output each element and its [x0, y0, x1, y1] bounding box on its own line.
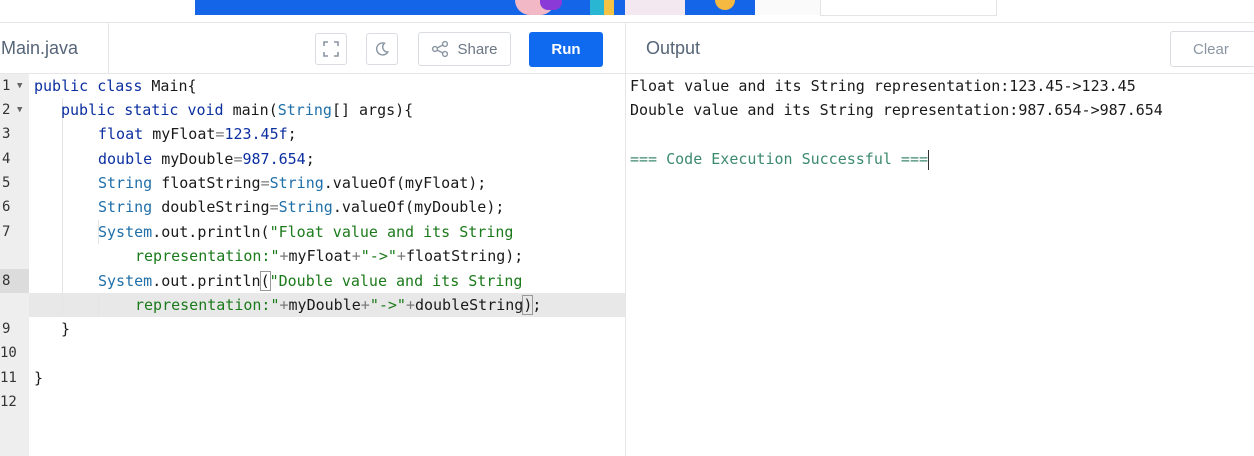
line-number: 5 [2, 175, 11, 191]
code-line: float myFloat=123.45f; [98, 125, 297, 143]
panel-divider[interactable] [625, 22, 626, 456]
code-line: representation:"+myFloat+"->"+floatStrin… [135, 247, 524, 265]
output-line: Double value and its String representati… [630, 101, 1163, 119]
run-button[interactable]: Run [529, 32, 603, 67]
indent-guide [62, 98, 63, 314]
output-line: Float value and its String representatio… [630, 77, 1136, 95]
ad-banner[interactable] [195, 0, 820, 15]
code-line: System.out.println("Float value and its … [98, 223, 514, 241]
line-number: 9 [2, 321, 11, 337]
share-button[interactable]: Share [418, 32, 511, 66]
line-number: 4 [2, 151, 11, 167]
fullscreen-button[interactable] [315, 33, 347, 65]
code-editor[interactable]: 1 ▼ 2 ▼ 3 4 5 6 7 8 9 10 11 12 public clas… [0, 74, 625, 456]
banner-art [540, 0, 562, 10]
banner-art [715, 0, 735, 10]
line-number: 6 [2, 199, 11, 215]
line-number: 12 [0, 394, 17, 410]
code-line: public class Main{ [34, 77, 197, 95]
indent-guide [98, 293, 99, 317]
line-number: 11 [0, 370, 17, 386]
clear-button[interactable]: Clear [1170, 31, 1254, 67]
line-number: 2 ▼ [0, 98, 29, 122]
banner-art [590, 0, 604, 15]
line-number: 7 [2, 224, 11, 240]
toolbar: Main.java Share Run Output Clear [0, 22, 1254, 74]
code-line: } [61, 320, 71, 338]
line-number: 10 [0, 345, 17, 361]
moon-icon [375, 42, 390, 56]
code-line: String doubleString=String.valueOf(myDou… [98, 198, 505, 216]
code-line: public static void main(String[] args){ [61, 101, 414, 119]
fold-arrow-icon[interactable]: ▼ [17, 98, 22, 122]
share-label: Share [457, 40, 498, 58]
banner-art [604, 0, 614, 15]
file-tab[interactable]: Main.java [0, 23, 109, 74]
line-number: 3 [2, 126, 11, 142]
code-line: System.out.println("Double value and its… [98, 271, 523, 291]
code-line: } [34, 369, 44, 387]
theme-toggle-button[interactable] [366, 33, 398, 65]
fullscreen-icon [323, 41, 339, 57]
code-line: String floatString=String.valueOf(myFloa… [98, 174, 487, 192]
fold-arrow-icon[interactable]: ▼ [17, 74, 22, 98]
code-line: double myDouble=987.654; [98, 150, 315, 168]
output-success-line: === Code Execution Successful === [630, 149, 930, 170]
code-line: representation:"+myDouble+"->"+doubleStr… [135, 295, 542, 315]
banner-art [755, 0, 820, 15]
line-number: 1 ▼ [0, 74, 29, 98]
line-number: 8 [0, 269, 29, 293]
banner-side-panel [820, 0, 997, 16]
banner-art [625, 0, 685, 15]
output-title: Output [646, 38, 701, 58]
text-cursor [928, 149, 930, 170]
share-icon [432, 40, 449, 58]
